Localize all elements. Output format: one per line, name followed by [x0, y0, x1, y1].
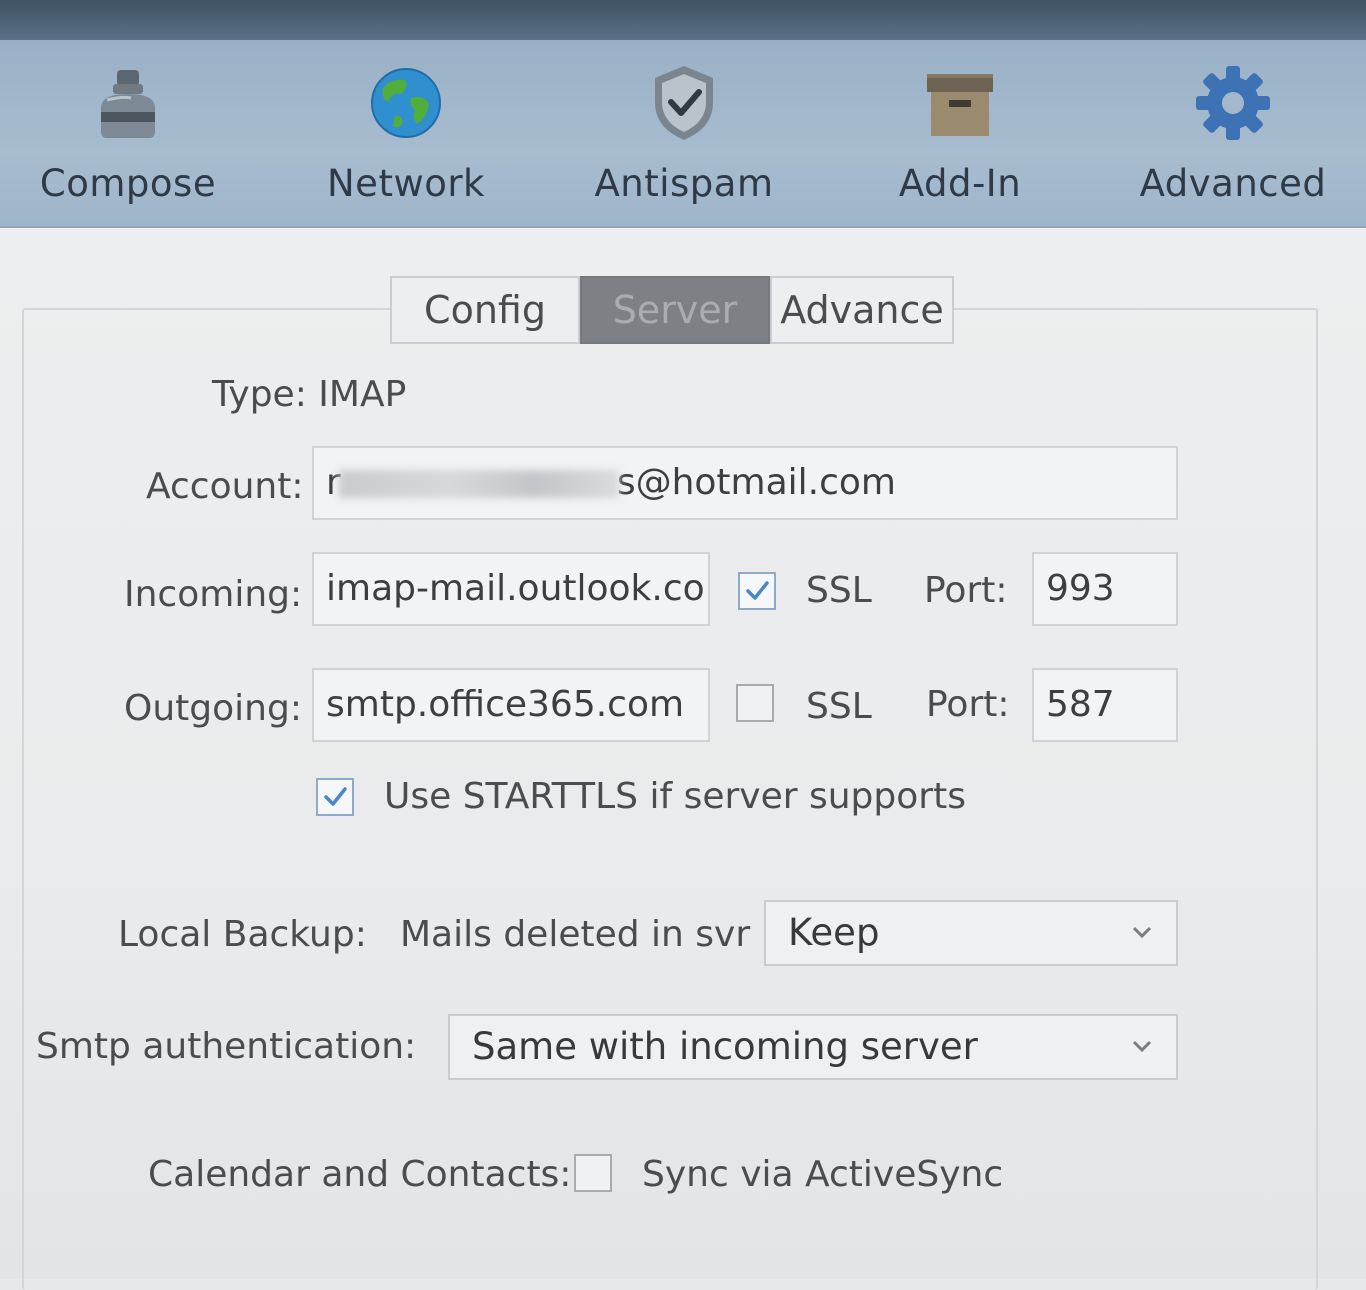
local-backup-label: Local Backup:: [118, 914, 367, 955]
activesync-label: Sync via ActiveSync: [642, 1154, 1004, 1195]
account-field[interactable]: r s@hotmail.com: [312, 446, 1178, 520]
globe-icon: [371, 68, 441, 138]
checkmark-icon: [746, 581, 769, 600]
tab-config[interactable]: Config: [390, 276, 580, 344]
toolbar-addin-label: Add-In: [898, 162, 1022, 205]
checkmark-icon: [324, 787, 347, 806]
tab-advance[interactable]: Advance: [770, 276, 954, 344]
smtp-auth-select[interactable]: Same with incoming server: [448, 1014, 1178, 1080]
incoming-port-label: Port:: [924, 570, 1008, 611]
gear-icon: [1196, 66, 1270, 140]
archive-box-icon: [927, 74, 993, 136]
mails-deleted-label: Mails deleted in svr: [400, 914, 751, 955]
calendar-contacts-label: Calendar and Contacts:: [148, 1154, 572, 1195]
toolbar-network-label: Network: [327, 162, 485, 205]
account-value-suffix: s@hotmail.com: [616, 462, 896, 503]
account-label: Account:: [146, 466, 304, 507]
server-type-label: Type: IMAP: [212, 374, 407, 415]
toolbar-advanced-button[interactable]: Advanced: [1113, 58, 1353, 205]
toolbar-addin-button[interactable]: Add-In: [840, 58, 1080, 205]
toolbar-compose-button[interactable]: Compose: [8, 58, 248, 205]
window-title-bar: [0, 0, 1366, 40]
toolbar-antispam-button[interactable]: Antispam: [564, 58, 804, 205]
outgoing-ssl-label: SSL: [806, 686, 872, 727]
incoming-label: Incoming:: [124, 574, 303, 615]
redacted-account-blur: [338, 470, 619, 498]
incoming-port-field[interactable]: 993: [1032, 552, 1178, 626]
settings-content: Config Server Advance Type: IMAP Account…: [0, 228, 1366, 1290]
outgoing-ssl-checkbox[interactable]: [736, 684, 774, 722]
shield-check-icon: [655, 66, 713, 140]
chevron-down-icon: [1130, 922, 1154, 942]
mails-deleted-value: Keep: [788, 911, 880, 954]
activesync-checkbox[interactable]: [574, 1154, 612, 1192]
toolbar-advanced-label: Advanced: [1139, 162, 1327, 205]
mails-deleted-select[interactable]: Keep: [764, 900, 1178, 966]
ink-bottle-icon: [101, 70, 155, 138]
toolbar-network-button[interactable]: Network: [286, 58, 526, 205]
toolbar-compose-label: Compose: [39, 162, 217, 205]
settings-tabs: Config Server Advance: [390, 276, 954, 344]
outgoing-port-label: Port:: [926, 684, 1010, 725]
outgoing-server-field[interactable]: smtp.office365.com: [312, 668, 710, 742]
smtp-auth-label: Smtp authentication:: [36, 1026, 417, 1067]
outgoing-port-field[interactable]: 587: [1032, 668, 1178, 742]
starttls-checkbox[interactable]: [316, 778, 354, 816]
outgoing-label: Outgoing:: [124, 688, 302, 729]
starttls-label: Use STARTTLS if server supports: [384, 776, 966, 817]
chevron-down-icon: [1130, 1036, 1154, 1056]
incoming-server-field[interactable]: imap-mail.outlook.coi: [312, 552, 710, 626]
toolbar-antispam-label: Antispam: [594, 162, 774, 205]
options-toolbar: Compose Network Antispam Add-In Advanced: [0, 40, 1366, 228]
incoming-ssl-checkbox[interactable]: [738, 572, 776, 610]
incoming-ssl-label: SSL: [806, 570, 872, 611]
smtp-auth-value: Same with incoming server: [472, 1025, 978, 1068]
tab-server[interactable]: Server: [580, 276, 770, 344]
